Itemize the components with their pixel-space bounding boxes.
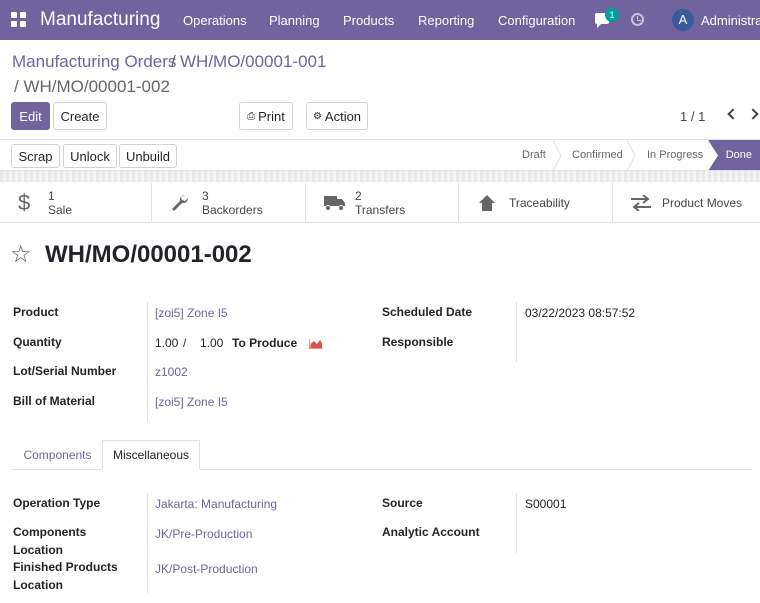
stage-done: Done xyxy=(708,140,760,171)
menu-reporting[interactable]: Reporting xyxy=(418,13,474,28)
menu-products[interactable]: Products xyxy=(343,13,394,28)
smart-button-traceability[interactable]: Traceability xyxy=(459,183,613,223)
finished-location-label-2: Location xyxy=(13,578,63,592)
lot-serial-label: Lot/Serial Number xyxy=(13,364,117,378)
arrow-up-icon xyxy=(479,195,495,211)
apps-grid-icon[interactable] xyxy=(11,12,26,27)
dollar-icon: $ xyxy=(18,190,31,215)
chevron-right-icon[interactable] xyxy=(747,108,759,120)
stage-separator xyxy=(552,140,562,171)
avatar[interactable]: A xyxy=(672,9,694,31)
menu-configuration[interactable]: Configuration xyxy=(498,13,575,28)
product-label: Product xyxy=(13,305,59,319)
scrap-button[interactable]: Scrap xyxy=(11,144,60,168)
print-icon: ⎙ xyxy=(247,110,256,122)
field-divider xyxy=(147,493,148,593)
field-divider xyxy=(516,493,517,553)
breadcrumb-separator: / xyxy=(171,52,176,71)
backorders-count: 3 xyxy=(202,189,209,203)
area-chart-icon[interactable] xyxy=(309,338,323,349)
user-name[interactable]: Administrator xyxy=(701,13,760,28)
finished-location-value[interactable]: JK/Post-Production xyxy=(155,562,258,576)
operation-type-value[interactable]: Jakarta: Manufacturing xyxy=(155,497,277,511)
tab-miscellaneous[interactable]: Miscellaneous xyxy=(102,440,200,470)
sale-count: 1 xyxy=(48,189,55,203)
menu-operations[interactable]: Operations xyxy=(183,13,247,28)
quantity-suffix: To Produce xyxy=(232,336,298,350)
print-label: Print xyxy=(258,108,285,124)
top-navbar: Manufacturing Operations Planning Produc… xyxy=(0,0,760,40)
analytic-account-label: Analytic Account xyxy=(382,525,480,539)
quantity-total: 1.00 xyxy=(200,336,224,350)
smart-button-transfers[interactable]: 2 Transfers xyxy=(306,183,459,223)
app-brand[interactable]: Manufacturing xyxy=(40,9,160,31)
quantity-label: Quantity xyxy=(13,335,62,349)
components-location-label-1: Components xyxy=(13,525,87,539)
smart-button-sale[interactable]: $ 1 Sale xyxy=(0,183,152,223)
quantity-value: 1.00 xyxy=(155,336,179,350)
bom-label: Bill of Material xyxy=(13,394,96,408)
truck-icon xyxy=(324,196,345,211)
action-button[interactable]: ⚙ Action xyxy=(306,102,368,130)
responsible-label: Responsible xyxy=(382,335,454,349)
product-moves-label: Product Moves xyxy=(662,196,743,210)
stage-confirmed[interactable]: Confirmed xyxy=(572,149,623,161)
chat-badge: 1 xyxy=(605,8,619,22)
source-label: Source xyxy=(382,496,423,510)
breadcrumb-current: / WH/MO/00001-002 xyxy=(14,77,170,96)
edit-button[interactable]: Edit xyxy=(11,102,50,130)
bom-value[interactable]: [zoi5] Zone I5 xyxy=(155,395,228,409)
unbuild-button[interactable]: Unbuild xyxy=(119,144,177,168)
print-button[interactable]: ⎙ Print xyxy=(239,102,293,130)
stage-separator xyxy=(626,140,636,171)
statusbar-top-border xyxy=(0,139,760,140)
finished-location-label-1: Finished Products xyxy=(13,560,118,574)
traceability-label: Traceability xyxy=(509,196,570,210)
transfers-count: 2 xyxy=(355,189,362,203)
record-title: WH/MO/00001-002 xyxy=(45,241,252,268)
sheet-background-strip xyxy=(0,171,760,182)
unlock-button[interactable]: Unlock xyxy=(63,144,117,168)
scheduled-date-label: Scheduled Date xyxy=(382,305,473,319)
transfers-label: Transfers xyxy=(355,203,406,217)
create-button[interactable]: Create xyxy=(53,102,107,130)
wrench-icon xyxy=(172,194,189,211)
field-divider xyxy=(516,302,517,362)
gear-icon: ⚙ xyxy=(312,110,322,122)
operation-type-label: Operation Type xyxy=(13,496,101,510)
menu-planning[interactable]: Planning xyxy=(269,13,320,28)
source-value[interactable]: S00001 xyxy=(525,497,566,511)
action-label: Action xyxy=(324,108,362,124)
backorders-label: Backorders xyxy=(202,203,263,217)
quantity-slash: / xyxy=(183,336,187,350)
breadcrumb-middle[interactable]: WH/MO/00001-001 xyxy=(180,52,326,72)
field-divider xyxy=(147,302,148,422)
sale-label: Sale xyxy=(48,203,73,217)
components-location-value[interactable]: JK/Pre-Production xyxy=(155,527,252,541)
pager-value[interactable]: 1 / 1 xyxy=(680,109,705,124)
tab-components[interactable]: Components xyxy=(13,440,102,470)
chevron-left-icon[interactable] xyxy=(727,108,739,120)
lot-serial-value[interactable]: z1002 xyxy=(155,365,188,379)
smart-button-backorders[interactable]: 3 Backorders xyxy=(152,183,306,223)
activity-clock-icon[interactable] xyxy=(631,13,644,26)
smart-button-product-moves[interactable]: Product Moves xyxy=(613,183,760,223)
stage-in-progress[interactable]: In Progress xyxy=(647,149,703,161)
exchange-icon xyxy=(631,195,651,211)
breadcrumb-parent[interactable]: Manufacturing Orders xyxy=(12,52,176,72)
components-location-label-2: Location xyxy=(13,543,63,557)
stage-draft[interactable]: Draft xyxy=(522,149,546,161)
scheduled-date-value[interactable]: 03/22/2023 08:57:52 xyxy=(525,306,635,320)
star-icon[interactable]: ☆ xyxy=(10,243,32,267)
product-value[interactable]: [zoi5] Zone I5 xyxy=(155,306,228,320)
